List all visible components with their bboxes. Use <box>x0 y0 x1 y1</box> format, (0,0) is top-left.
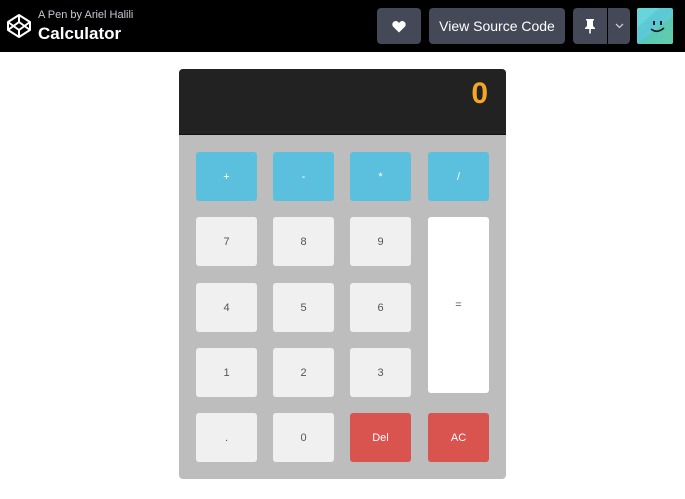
heart-icon <box>392 20 406 32</box>
add-button[interactable]: + <box>196 152 257 201</box>
codepen-logo-icon[interactable] <box>6 13 32 39</box>
smiley-face-icon <box>637 8 673 44</box>
all-clear-button[interactable]: AC <box>428 413 489 462</box>
display-value: 0 <box>471 77 488 110</box>
digit-5-button[interactable]: 5 <box>273 283 334 332</box>
pen-title: Calculator <box>38 24 122 43</box>
codepen-header: A Pen by Ariel Halili Calculator View So… <box>0 0 685 52</box>
like-button[interactable] <box>377 8 421 44</box>
user-avatar[interactable] <box>637 8 673 44</box>
digit-2-button[interactable]: 2 <box>273 348 334 397</box>
view-source-button[interactable]: View Source Code <box>429 8 565 44</box>
pin-icon <box>585 19 595 34</box>
pin-menu-button[interactable] <box>608 8 630 44</box>
digit-8-button[interactable]: 8 <box>273 217 334 266</box>
digit-6-button[interactable]: 6 <box>350 283 411 332</box>
digit-1-button[interactable]: 1 <box>196 348 257 397</box>
pen-author[interactable]: A Pen by Ariel Halili <box>38 9 133 21</box>
calculator: 0 + - * / 7 8 9 4 5 6 1 2 3 . 0 Del AC = <box>179 69 506 479</box>
digit-7-button[interactable]: 7 <box>196 217 257 266</box>
subtract-button[interactable]: - <box>273 152 334 201</box>
multiply-button[interactable]: * <box>350 152 411 201</box>
decimal-button[interactable]: . <box>196 413 257 462</box>
digit-4-button[interactable]: 4 <box>196 283 257 332</box>
digit-0-button[interactable]: 0 <box>273 413 334 462</box>
pin-button[interactable] <box>573 8 607 44</box>
delete-button[interactable]: Del <box>350 413 411 462</box>
digit-3-button[interactable]: 3 <box>350 348 411 397</box>
divide-button[interactable]: / <box>428 152 489 201</box>
calculator-display: 0 <box>179 69 506 135</box>
equals-button[interactable]: = <box>428 217 489 393</box>
digit-9-button[interactable]: 9 <box>350 217 411 266</box>
chevron-down-icon <box>615 23 623 29</box>
